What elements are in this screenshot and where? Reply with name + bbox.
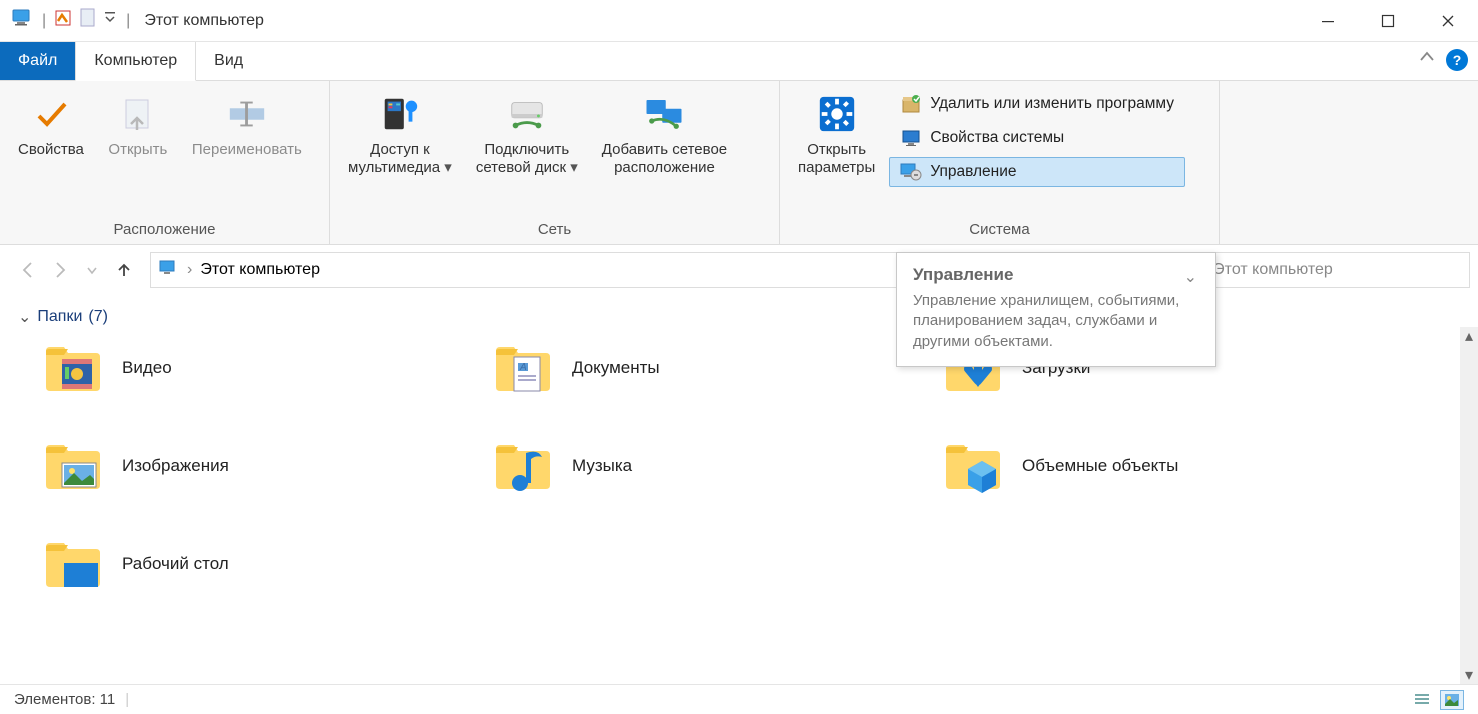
manage-button[interactable]: Управление (889, 157, 1185, 187)
box-icon (900, 93, 922, 115)
breadcrumb-item[interactable]: Этот компьютер (200, 261, 320, 279)
chevron-down-icon: ▾ (444, 159, 452, 176)
folder-label: Видео (122, 358, 172, 378)
qat-separator: | (42, 12, 46, 30)
gear-icon (816, 93, 858, 135)
add-network-location-button[interactable]: Добавить сетевое расположение (592, 87, 737, 183)
tab-file[interactable]: Файл (0, 42, 75, 80)
close-button[interactable] (1418, 0, 1478, 42)
forward-button[interactable] (46, 256, 74, 284)
vertical-scrollbar[interactable]: ▴ ▾ (1460, 327, 1478, 684)
network-drive-icon (506, 93, 548, 135)
scroll-down-icon[interactable]: ▾ (1460, 666, 1478, 684)
folder-label: Объемные объекты (1022, 456, 1178, 476)
collapse-ribbon-icon[interactable] (1418, 48, 1436, 71)
icons-view-toggle[interactable] (1440, 690, 1464, 710)
folder-label: Документы (572, 358, 660, 378)
group-location-label: Расположение (8, 219, 321, 242)
folder-item[interactable]: Музыка (492, 435, 932, 497)
group-header-folders[interactable]: ⌄ Папки (7) (18, 307, 1460, 327)
details-view-toggle[interactable] (1410, 690, 1434, 710)
this-pc-addr-icon (159, 260, 179, 281)
folder-item[interactable]: Изображения (42, 435, 482, 497)
folder-item[interactable]: Видео (42, 337, 482, 399)
chevron-down-icon: ⌄ (1184, 267, 1197, 287)
folder-icon (492, 435, 554, 497)
svg-text:A: A (519, 362, 527, 373)
open-icon (117, 93, 159, 135)
navigation-bar: › Этот компьютер (0, 245, 1478, 295)
chevron-down-icon: ⌄ (18, 307, 31, 327)
group-system-label: Система (788, 219, 1211, 242)
folder-label: Изображения (122, 456, 229, 476)
maximize-button[interactable] (1358, 0, 1418, 42)
status-items-count: Элементов: 11 (14, 691, 115, 708)
tooltip-title: Управление (913, 265, 1199, 285)
folder-icon (42, 533, 104, 595)
status-bar: Элементов: 11 | (0, 684, 1478, 714)
folder-icon (42, 337, 104, 399)
title-separator: | (126, 12, 130, 30)
folder-item[interactable]: A Документы (492, 337, 932, 399)
minimize-button[interactable] (1298, 0, 1358, 42)
qat-dropdown-icon[interactable] (104, 11, 116, 30)
open-button: Открыть (98, 87, 178, 165)
scroll-up-icon[interactable]: ▴ (1460, 327, 1478, 345)
tooltip-body: Управление хранилищем, событиями, планир… (913, 291, 1199, 352)
this-pc-icon (12, 9, 34, 32)
content-area: ⌄ Папки (7) ВидеоAДокументыЗагрузкиИзобр… (0, 295, 1478, 684)
back-button[interactable] (14, 256, 42, 284)
uninstall-program-button[interactable]: Удалить или изменить программу (889, 89, 1185, 119)
monitor-icon (900, 127, 922, 149)
properties-qat-icon[interactable] (54, 9, 72, 32)
checkmark-icon (30, 93, 72, 135)
window-title: Этот компьютер (144, 12, 264, 30)
media-server-icon (379, 93, 421, 135)
folder-icon (942, 435, 1004, 497)
breadcrumb-chevron-icon[interactable]: › (187, 261, 192, 279)
help-icon[interactable]: ? (1446, 49, 1468, 71)
ribbon: Свойства Открыть Переименовать Расположе… (0, 80, 1478, 245)
history-dropdown-icon[interactable] (78, 256, 106, 284)
tab-computer[interactable]: Компьютер (75, 42, 196, 81)
tab-view[interactable]: Вид (196, 42, 261, 80)
chevron-down-icon: ▾ (570, 159, 578, 176)
title-bar: | | Этот компьютер (0, 0, 1478, 42)
map-drive-button[interactable]: Подключить сетевой диск ▾ (466, 87, 588, 183)
group-network-label: Сеть (338, 219, 771, 242)
up-button[interactable] (110, 256, 138, 284)
rename-button: Переименовать (182, 87, 312, 165)
folder-item[interactable]: Объемные объекты (942, 435, 1382, 497)
folder-label: Музыка (572, 456, 632, 476)
media-access-button[interactable]: Доступ к мультимедиа ▾ (338, 87, 462, 183)
folder-item[interactable]: Рабочий стол (42, 533, 482, 595)
folder-icon: A (492, 337, 554, 399)
rename-icon (226, 93, 268, 135)
tooltip: Управление ⌄ Управление хранилищем, собы… (896, 252, 1216, 367)
ribbon-tabs: Файл Компьютер Вид ? (0, 42, 1478, 80)
computer-manage-icon (900, 161, 922, 183)
properties-button[interactable]: Свойства (8, 87, 94, 165)
qat-blank-icon[interactable] (80, 8, 96, 33)
folder-label: Рабочий стол (122, 554, 229, 574)
open-settings-button[interactable]: Открыть параметры (788, 87, 885, 183)
folder-icon (42, 435, 104, 497)
system-properties-button[interactable]: Свойства системы (889, 123, 1185, 153)
network-location-icon (643, 93, 685, 135)
